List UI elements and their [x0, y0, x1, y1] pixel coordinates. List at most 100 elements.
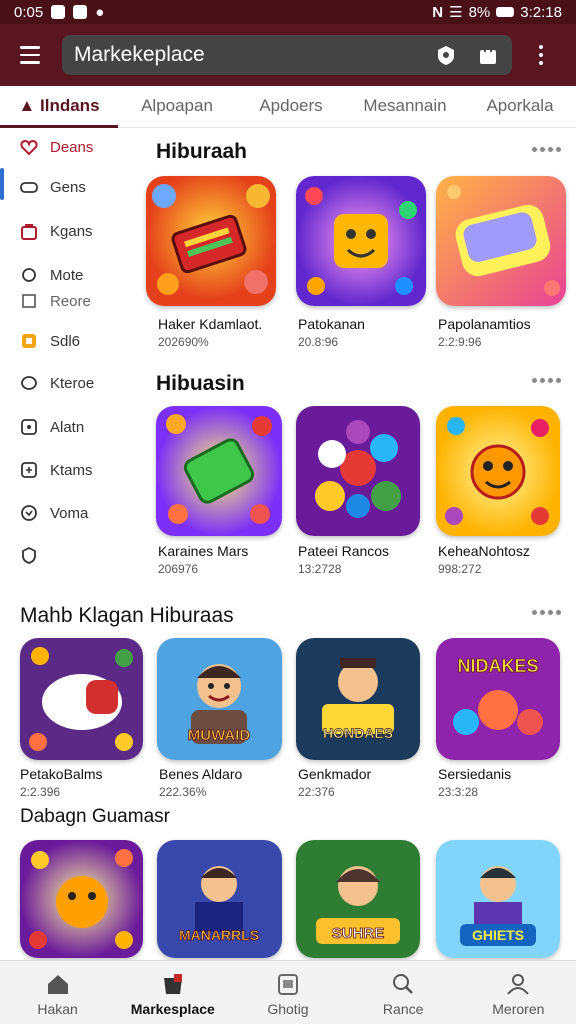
sidebar-item-alatn[interactable]: Alatn — [20, 418, 84, 436]
grid-icon — [20, 292, 38, 310]
tab-mesannain[interactable]: Mesannain — [346, 86, 464, 128]
sidebar-item-gens[interactable]: Gens — [20, 178, 86, 196]
circle-icon — [20, 266, 38, 284]
app-name: PetakoBalms — [20, 766, 103, 782]
sidebar-item-extra[interactable] — [20, 546, 50, 564]
app-name: Haker Kdamlaot. — [158, 316, 263, 332]
sidebar-item-kteroe[interactable]: Kteroe — [20, 374, 94, 392]
nav-item-profile[interactable]: Meroren — [461, 961, 576, 1024]
app-tile[interactable] — [20, 638, 143, 760]
more-icon[interactable] — [532, 610, 561, 615]
app-name: Benes Aldaro — [159, 766, 243, 782]
app-sub: 206976 — [158, 562, 199, 576]
search-input[interactable]: Markekeplace — [62, 35, 512, 75]
lock-icon: ● — [95, 3, 105, 21]
app-tile[interactable]: GHIETS — [436, 840, 560, 958]
app-name: Pateei Rancos — [298, 543, 390, 559]
sidebar-item-label: Alatn — [50, 418, 85, 436]
app-tile[interactable]: MANARRLS — [157, 840, 282, 958]
nav-label: Ghotig — [267, 1001, 309, 1017]
app-tile[interactable] — [296, 176, 426, 306]
nav-label: Markesplace — [130, 1001, 215, 1017]
nav-label: Rance — [382, 1001, 424, 1017]
sidebar-item-label: Gens — [50, 178, 86, 196]
shield-icon — [20, 546, 38, 564]
app-name: Sersiedanis — [438, 766, 512, 782]
tab-icon: ▲ — [18, 95, 36, 115]
bag-icon[interactable] — [476, 43, 500, 67]
sidebar-item-label: Voma — [50, 504, 89, 522]
app-sub: 23:3:28 — [438, 785, 479, 799]
sidebar-item-voma[interactable]: Voma — [20, 504, 88, 522]
app-name: Karaines Mars — [158, 543, 249, 559]
app-tile[interactable] — [296, 406, 420, 536]
nav-item-marketplace[interactable]: Markesplace — [115, 961, 230, 1024]
tab-alpoapan[interactable]: Alpoapan — [118, 86, 236, 128]
sidebar-item-kgans[interactable]: Kgans — [20, 222, 93, 240]
nav-item-library[interactable]: Ghotig — [230, 961, 345, 1024]
messenger-icon — [51, 5, 66, 19]
section-title: Hibuasin — [156, 372, 245, 395]
notification-icon — [73, 5, 88, 19]
app-name: Papolanamtios — [438, 316, 531, 332]
app-sub: 202690% — [158, 335, 209, 349]
tile-text: HONDAES — [323, 725, 393, 741]
app-sub: 222.36% — [159, 785, 207, 799]
app-tile[interactable]: MUWAID — [157, 638, 282, 760]
tab-label: Ilndans — [40, 95, 100, 115]
app-tile[interactable]: NIDAKES — [436, 638, 560, 760]
menu-icon[interactable] — [10, 35, 50, 75]
category-tabs: ▲ Ilndans Alpoapan Apdoers Mesannain Apo… — [0, 86, 576, 128]
tab-ilndans[interactable]: ▲ Ilndans — [0, 86, 118, 128]
sidebar-item-reore[interactable]: Reore — [20, 292, 91, 310]
app-tile[interactable] — [436, 406, 560, 536]
tile-text: MANARRLS — [179, 927, 259, 943]
tile-text: SUHRE — [332, 925, 385, 942]
status-bar: 0:05 ● N ☰ 8% 3:2:18 — [0, 0, 576, 24]
sidebar-item-sdl6[interactable]: Sdl6 — [20, 332, 80, 350]
app-tile[interactable] — [20, 840, 143, 958]
tab-apdoers[interactable]: Apdoers — [236, 86, 346, 128]
shield-icon[interactable] — [434, 43, 458, 67]
app-sub: 2:2:9:96 — [438, 335, 482, 349]
app-name: Genkmador — [298, 766, 372, 782]
sidebar-item-label: Mote — [50, 266, 84, 284]
store-icon — [159, 971, 187, 997]
app-tile[interactable]: HONDAES — [296, 638, 420, 760]
app-sub: 998:272 — [438, 562, 482, 576]
nav-item-search[interactable]: Rance — [346, 961, 461, 1024]
app-sub: 13:2728 — [298, 562, 342, 576]
sidebar-item-mote[interactable]: Mote — [20, 266, 83, 284]
person-icon — [504, 971, 532, 997]
sidebar-item-ktams[interactable]: Ktams — [20, 461, 93, 479]
category-sidebar: Deans Gens Kgans Mote Reore Sdl6 Kteroe … — [0, 128, 140, 960]
gamepad-icon — [20, 178, 38, 196]
app-bar: Markekeplace — [0, 24, 576, 86]
app-tile[interactable] — [436, 176, 566, 306]
nav-item-home[interactable]: Hakan — [0, 961, 115, 1024]
section-title: Hiburaah — [156, 140, 248, 163]
app-tile[interactable] — [156, 406, 282, 536]
oval-icon — [20, 374, 38, 392]
sidebar-item-label: Kteroe — [50, 374, 95, 392]
app-tile[interactable]: SUHRE — [296, 840, 420, 958]
section-title: Mahb Klagan Hiburaas — [20, 604, 234, 627]
sidebar-item-label: Ktams — [50, 461, 93, 479]
app-tile[interactable] — [146, 176, 276, 306]
search-value: Markekeplace — [74, 43, 205, 66]
app-name: Patokanan — [298, 316, 365, 332]
tab-aporkala[interactable]: Aporkala — [464, 86, 576, 128]
sidebar-item-label: Deans — [50, 138, 94, 156]
check-circle-icon — [20, 504, 38, 522]
box-icon — [20, 461, 38, 479]
battery-percent: 8% — [468, 3, 491, 21]
badge-icon — [20, 332, 38, 350]
more-options-icon[interactable] — [526, 35, 556, 75]
more-icon[interactable] — [532, 378, 561, 383]
sidebar-item-deans[interactable]: Deans — [20, 138, 93, 156]
more-icon[interactable] — [532, 147, 561, 152]
bag-icon — [20, 222, 38, 240]
home-icon — [44, 971, 72, 997]
app-sub: 2:2.396 — [20, 785, 61, 799]
sidebar-item-label: Sdl6 — [50, 332, 81, 350]
